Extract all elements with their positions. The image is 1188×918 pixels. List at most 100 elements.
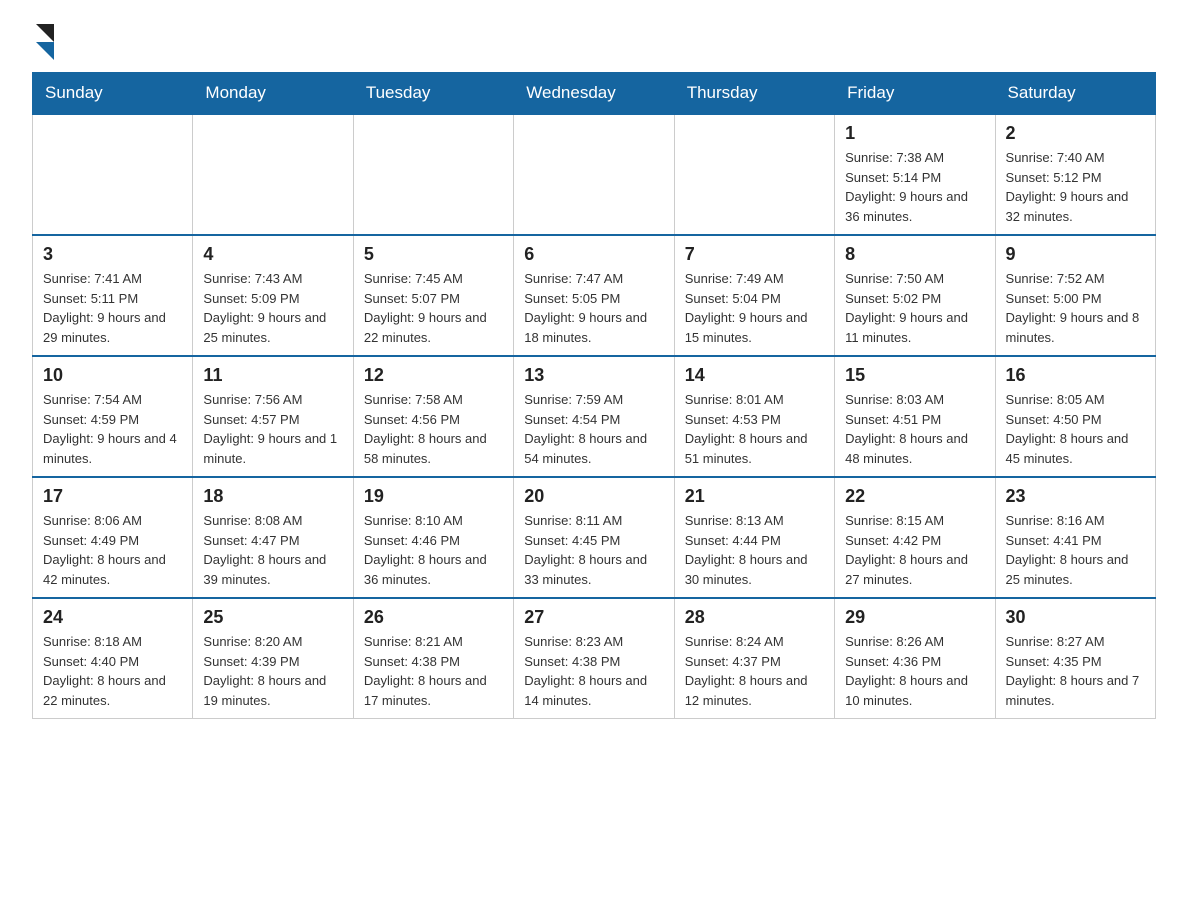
col-header-sunday: Sunday — [33, 73, 193, 115]
day-info: Sunrise: 7:58 AM Sunset: 4:56 PM Dayligh… — [364, 390, 503, 468]
logo-arrow-black — [36, 24, 54, 42]
calendar-cell: 17 Sunrise: 8:06 AM Sunset: 4:49 PM Dayli… — [33, 477, 193, 598]
day-number: 17 — [43, 486, 182, 507]
calendar-cell: 20 Sunrise: 8:11 AM Sunset: 4:45 PM Dayli… — [514, 477, 674, 598]
week-row-1: 1Sunrise: 7:38 AM Sunset: 5:14 PM Daylig… — [33, 114, 1156, 235]
day-number: 24 — [43, 607, 182, 628]
day-number: 21 — [685, 486, 824, 507]
calendar-cell — [33, 114, 193, 235]
calendar-cell: 28 Sunrise: 8:24 AM Sunset: 4:37 PM Dayli… — [674, 598, 834, 719]
day-number: 29 — [845, 607, 984, 628]
calendar-cell — [193, 114, 353, 235]
day-info: Sunrise: 8:01 AM Sunset: 4:53 PM Dayligh… — [685, 390, 824, 468]
col-header-saturday: Saturday — [995, 73, 1155, 115]
day-info: Sunrise: 8:05 AM Sunset: 4:50 PM Dayligh… — [1006, 390, 1145, 468]
day-number: 9 — [1006, 244, 1145, 265]
calendar-cell: 13 Sunrise: 7:59 AM Sunset: 4:54 PM Dayli… — [514, 356, 674, 477]
calendar-cell: 7Sunrise: 7:49 AM Sunset: 5:04 PM Daylig… — [674, 235, 834, 356]
col-header-tuesday: Tuesday — [353, 73, 513, 115]
calendar-cell: 22Sunrise: 8:15 AM Sunset: 4:42 PM Dayli… — [835, 477, 995, 598]
day-info: Sunrise: 8:15 AM Sunset: 4:42 PM Dayligh… — [845, 511, 984, 589]
day-info: Sunrise: 7:40 AM Sunset: 5:12 PM Dayligh… — [1006, 148, 1145, 226]
day-info: Sunrise: 7:41 AM Sunset: 5:11 PM Dayligh… — [43, 269, 182, 347]
day-number: 28 — [685, 607, 824, 628]
logo-line1 — [32, 24, 54, 42]
day-info: Sunrise: 7:43 AM Sunset: 5:09 PM Dayligh… — [203, 269, 342, 347]
calendar-cell: 29 Sunrise: 8:26 AM Sunset: 4:36 PM Dayli… — [835, 598, 995, 719]
day-info: Sunrise: 8:21 AM Sunset: 4:38 PM Dayligh… — [364, 632, 503, 710]
day-number: 8 — [845, 244, 984, 265]
calendar-cell: 14 Sunrise: 8:01 AM Sunset: 4:53 PM Dayli… — [674, 356, 834, 477]
calendar-cell: 24 Sunrise: 8:18 AM Sunset: 4:40 PM Dayli… — [33, 598, 193, 719]
week-row-4: 17 Sunrise: 8:06 AM Sunset: 4:49 PM Dayli… — [33, 477, 1156, 598]
calendar-header-row: SundayMondayTuesdayWednesdayThursdayFrid… — [33, 73, 1156, 115]
day-number: 30 — [1006, 607, 1145, 628]
day-info: Sunrise: 8:20 AM Sunset: 4:39 PM Dayligh… — [203, 632, 342, 710]
calendar-cell: 4Sunrise: 7:43 AM Sunset: 5:09 PM Daylig… — [193, 235, 353, 356]
day-info: Sunrise: 8:27 AM Sunset: 4:35 PM Dayligh… — [1006, 632, 1145, 710]
calendar-cell: 16Sunrise: 8:05 AM Sunset: 4:50 PM Dayli… — [995, 356, 1155, 477]
page-header — [32, 24, 1156, 60]
calendar-cell: 27 Sunrise: 8:23 AM Sunset: 4:38 PM Dayli… — [514, 598, 674, 719]
calendar-cell: 19 Sunrise: 8:10 AM Sunset: 4:46 PM Dayli… — [353, 477, 513, 598]
day-info: Sunrise: 7:45 AM Sunset: 5:07 PM Dayligh… — [364, 269, 503, 347]
day-info: Sunrise: 7:59 AM Sunset: 4:54 PM Dayligh… — [524, 390, 663, 468]
calendar-cell: 2 Sunrise: 7:40 AM Sunset: 5:12 PM Daylig… — [995, 114, 1155, 235]
day-info: Sunrise: 8:06 AM Sunset: 4:49 PM Dayligh… — [43, 511, 182, 589]
day-info: Sunrise: 8:26 AM Sunset: 4:36 PM Dayligh… — [845, 632, 984, 710]
calendar-cell: 1Sunrise: 7:38 AM Sunset: 5:14 PM Daylig… — [835, 114, 995, 235]
day-number: 15 — [845, 365, 984, 386]
day-info: Sunrise: 8:13 AM Sunset: 4:44 PM Dayligh… — [685, 511, 824, 589]
col-header-wednesday: Wednesday — [514, 73, 674, 115]
col-header-friday: Friday — [835, 73, 995, 115]
calendar-cell: 21 Sunrise: 8:13 AM Sunset: 4:44 PM Dayli… — [674, 477, 834, 598]
day-number: 19 — [364, 486, 503, 507]
day-number: 12 — [364, 365, 503, 386]
calendar-cell — [674, 114, 834, 235]
calendar-cell: 6 Sunrise: 7:47 AM Sunset: 5:05 PM Daylig… — [514, 235, 674, 356]
day-info: Sunrise: 7:50 AM Sunset: 5:02 PM Dayligh… — [845, 269, 984, 347]
calendar-table: SundayMondayTuesdayWednesdayThursdayFrid… — [32, 72, 1156, 719]
day-number: 14 — [685, 365, 824, 386]
col-header-monday: Monday — [193, 73, 353, 115]
calendar-cell: 8 Sunrise: 7:50 AM Sunset: 5:02 PM Daylig… — [835, 235, 995, 356]
day-number: 3 — [43, 244, 182, 265]
day-number: 11 — [203, 365, 342, 386]
day-info: Sunrise: 8:24 AM Sunset: 4:37 PM Dayligh… — [685, 632, 824, 710]
calendar-cell: 10 Sunrise: 7:54 AM Sunset: 4:59 PM Dayli… — [33, 356, 193, 477]
calendar-cell: 11Sunrise: 7:56 AM Sunset: 4:57 PM Dayli… — [193, 356, 353, 477]
day-info: Sunrise: 8:18 AM Sunset: 4:40 PM Dayligh… — [43, 632, 182, 710]
logo-line2 — [32, 42, 54, 60]
day-number: 20 — [524, 486, 663, 507]
logo-arrow-blue — [36, 42, 54, 60]
day-number: 10 — [43, 365, 182, 386]
day-number: 27 — [524, 607, 663, 628]
calendar-cell: 9 Sunrise: 7:52 AM Sunset: 5:00 PM Daylig… — [995, 235, 1155, 356]
calendar-cell: 15 Sunrise: 8:03 AM Sunset: 4:51 PM Dayli… — [835, 356, 995, 477]
day-number: 18 — [203, 486, 342, 507]
calendar-cell: 18Sunrise: 8:08 AM Sunset: 4:47 PM Dayli… — [193, 477, 353, 598]
day-info: Sunrise: 7:54 AM Sunset: 4:59 PM Dayligh… — [43, 390, 182, 468]
day-number: 25 — [203, 607, 342, 628]
day-number: 13 — [524, 365, 663, 386]
day-info: Sunrise: 7:38 AM Sunset: 5:14 PM Dayligh… — [845, 148, 984, 226]
logo — [32, 24, 54, 60]
day-info: Sunrise: 7:52 AM Sunset: 5:00 PM Dayligh… — [1006, 269, 1145, 347]
calendar-cell: 5 Sunrise: 7:45 AM Sunset: 5:07 PM Daylig… — [353, 235, 513, 356]
day-info: Sunrise: 7:47 AM Sunset: 5:05 PM Dayligh… — [524, 269, 663, 347]
week-row-3: 10 Sunrise: 7:54 AM Sunset: 4:59 PM Dayli… — [33, 356, 1156, 477]
calendar-cell: 3 Sunrise: 7:41 AM Sunset: 5:11 PM Daylig… — [33, 235, 193, 356]
day-info: Sunrise: 8:10 AM Sunset: 4:46 PM Dayligh… — [364, 511, 503, 589]
day-number: 2 — [1006, 123, 1145, 144]
calendar-cell: 23 Sunrise: 8:16 AM Sunset: 4:41 PM Dayli… — [995, 477, 1155, 598]
calendar-cell — [353, 114, 513, 235]
day-number: 5 — [364, 244, 503, 265]
day-info: Sunrise: 8:16 AM Sunset: 4:41 PM Dayligh… — [1006, 511, 1145, 589]
day-info: Sunrise: 8:11 AM Sunset: 4:45 PM Dayligh… — [524, 511, 663, 589]
day-number: 23 — [1006, 486, 1145, 507]
day-number: 26 — [364, 607, 503, 628]
day-info: Sunrise: 8:03 AM Sunset: 4:51 PM Dayligh… — [845, 390, 984, 468]
col-header-thursday: Thursday — [674, 73, 834, 115]
day-number: 6 — [524, 244, 663, 265]
day-info: Sunrise: 8:23 AM Sunset: 4:38 PM Dayligh… — [524, 632, 663, 710]
